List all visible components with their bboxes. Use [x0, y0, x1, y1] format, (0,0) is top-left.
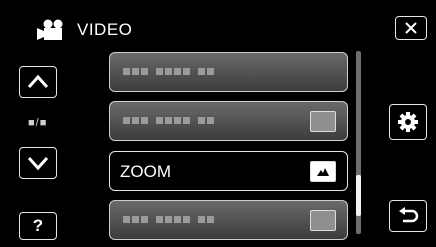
- setting-value-icon: [310, 210, 336, 231]
- obscured-label: [123, 117, 214, 124]
- obscured-label: [123, 216, 214, 223]
- menu-item-label: ZOOM: [120, 162, 171, 181]
- gear-icon: [398, 112, 418, 132]
- scrollbar[interactable]: [356, 51, 361, 234]
- scroll-up-button[interactable]: [19, 66, 57, 98]
- scroll-down-button[interactable]: [19, 147, 57, 179]
- settings-button[interactable]: [389, 104, 427, 140]
- menu-item-2[interactable]: [109, 101, 348, 141]
- menu-item-zoom[interactable]: ZOOM: [109, 151, 348, 191]
- setting-value-icon: [310, 111, 336, 132]
- menu-item-1[interactable]: [109, 52, 348, 92]
- close-button[interactable]: [395, 16, 427, 40]
- header: VIDEO: [35, 14, 132, 46]
- return-arrow-icon: [399, 207, 419, 223]
- help-button[interactable]: ?: [19, 212, 57, 240]
- movie-camera-icon: [37, 19, 63, 40]
- obscured-label: [123, 68, 214, 75]
- help-label: ?: [32, 216, 44, 235]
- menu-item-4[interactable]: [109, 200, 348, 240]
- scrollbar-thumb[interactable]: [356, 175, 361, 216]
- close-icon: [405, 22, 417, 34]
- chevron-up-icon: [27, 74, 49, 89]
- zoom-setting-icon: [310, 161, 336, 182]
- page-title: VIDEO: [77, 20, 133, 39]
- chevron-down-icon: [27, 156, 49, 171]
- page-indicator: ■/■: [28, 117, 48, 129]
- back-button[interactable]: [389, 200, 427, 232]
